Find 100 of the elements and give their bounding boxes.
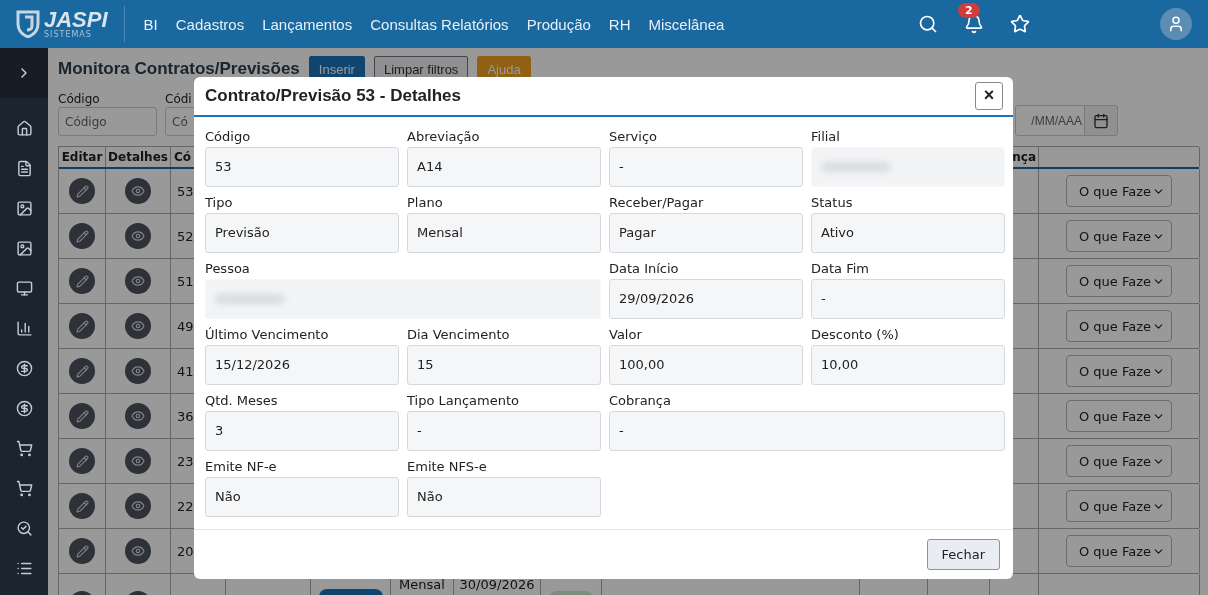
bell-icon[interactable] [964, 14, 984, 34]
table-cell: 30/09/2026 [459, 577, 535, 592]
details-button[interactable] [125, 448, 151, 474]
document-icon[interactable] [15, 159, 33, 177]
action-select[interactable]: O que Faze [1066, 310, 1172, 342]
details-button[interactable] [125, 223, 151, 249]
nav-link[interactable]: Lançamentos [253, 15, 362, 33]
image-icon[interactable] [15, 199, 33, 217]
date-field[interactable]: /MM/AAA [1015, 105, 1085, 136]
readonly-field: 53 [205, 146, 399, 187]
field-label: Código [205, 128, 252, 146]
edit-button[interactable] [69, 538, 95, 564]
search-icon[interactable] [918, 14, 938, 34]
calendar-button[interactable] [1085, 105, 1118, 136]
close-button[interactable]: × [975, 81, 1003, 110]
image-icon[interactable] [15, 239, 33, 257]
field-label: Cobrança [609, 392, 672, 410]
readonly-field: Pagar [609, 212, 803, 253]
readonly-field: - [407, 410, 601, 451]
edit-button[interactable] [69, 358, 95, 384]
field-label: Serviço [609, 128, 658, 146]
user-avatar[interactable] [1160, 8, 1192, 40]
table-cell: 36 [177, 408, 194, 424]
table-cell: 52 [177, 228, 194, 244]
eye-icon [131, 409, 145, 423]
field-label: Plano [407, 194, 444, 212]
edit-button[interactable] [69, 268, 95, 294]
page-title: Monitora Contratos/Previsões [58, 59, 300, 79]
readonly-field: A14 [407, 146, 601, 187]
filter-label: Código [58, 92, 101, 106]
eye-icon [131, 319, 145, 333]
action-select[interactable]: O que Faze [1066, 490, 1172, 522]
eye-icon [131, 499, 145, 513]
eye-icon [131, 544, 145, 558]
edit-button[interactable] [69, 223, 95, 249]
cart-icon[interactable] [15, 479, 33, 497]
logo-name: JASPI [44, 9, 108, 31]
field-label: Dia Vencimento [407, 326, 511, 344]
table-cell: 22 [177, 498, 194, 514]
action-select[interactable]: O que Faze [1066, 355, 1172, 387]
readonly-field: 15/12/2026 [205, 344, 399, 385]
action-select[interactable]: O que Faze [1066, 175, 1172, 207]
edit-button[interactable] [69, 178, 95, 204]
calendar-icon [1093, 112, 1109, 129]
field-label: Desconto (%) [811, 326, 900, 344]
home-icon[interactable] [15, 119, 33, 137]
readonly-field: - [609, 146, 803, 187]
search-icon[interactable] [15, 519, 33, 537]
star-icon[interactable] [1010, 14, 1030, 34]
bar-chart-icon[interactable] [15, 319, 33, 337]
details-button[interactable] [125, 268, 151, 294]
field-label: Último Vencimento [205, 326, 330, 344]
pencil-icon [75, 499, 89, 513]
readonly-field: 10,00 [811, 344, 1005, 385]
action-select[interactable]: O que Faze [1066, 265, 1172, 297]
nav-link[interactable]: RH [599, 15, 640, 33]
details-button[interactable] [125, 178, 151, 204]
edit-button[interactable] [69, 403, 95, 429]
eye-icon [131, 274, 145, 288]
edit-button[interactable] [69, 313, 95, 339]
monitor-icon[interactable] [15, 279, 33, 297]
action-select[interactable]: O que Faze [1066, 220, 1172, 252]
edit-button[interactable] [69, 493, 95, 519]
close-dialog-button[interactable]: Fechar [926, 538, 1000, 570]
field-label: Data Fim [811, 260, 870, 278]
logo-tagline: SISTEMAS [44, 31, 93, 39]
details-button[interactable] [125, 403, 151, 429]
edit-button[interactable] [69, 448, 95, 474]
nav-link[interactable]: Consultas Relatórios [361, 15, 518, 33]
action-select[interactable]: O que Faze [1066, 535, 1172, 567]
readonly-field: - [609, 410, 1005, 451]
table-cell: 49 [177, 318, 194, 334]
nav-link[interactable]: Cadastros [166, 15, 254, 33]
details-button[interactable] [125, 538, 151, 564]
nav-link[interactable]: Produção [517, 15, 600, 33]
filter-field[interactable]: Código [58, 107, 157, 136]
pencil-icon [75, 544, 89, 558]
readonly-field: Não [205, 476, 399, 517]
pencil-icon [75, 454, 89, 468]
eye-icon [131, 364, 145, 378]
dollar-icon[interactable] [15, 359, 33, 377]
action-select[interactable]: O que Faze [1066, 400, 1172, 432]
dialog-title: Contrato/Previsão 53 - Detalhes [205, 85, 462, 106]
nav-link[interactable]: Miscelânea [639, 15, 734, 33]
dollar-icon[interactable] [15, 399, 33, 417]
pencil-icon [75, 184, 89, 198]
cart-icon[interactable] [15, 439, 33, 457]
details-button[interactable] [125, 313, 151, 339]
nav-link[interactable]: BI [134, 15, 167, 33]
action-select[interactable]: O que Faze [1066, 445, 1172, 477]
table-cell: 20 [177, 543, 194, 559]
readonly-field: Ativo [811, 212, 1005, 253]
shield-logo-icon [16, 10, 40, 38]
readonly-field: Não [407, 476, 601, 517]
details-button[interactable] [125, 493, 151, 519]
details-button[interactable] [125, 358, 151, 384]
field-label: Abreviação [407, 128, 481, 146]
table-cell: 51 [177, 273, 194, 289]
eye-icon [131, 229, 145, 243]
readonly-field: Mensal [407, 212, 601, 253]
